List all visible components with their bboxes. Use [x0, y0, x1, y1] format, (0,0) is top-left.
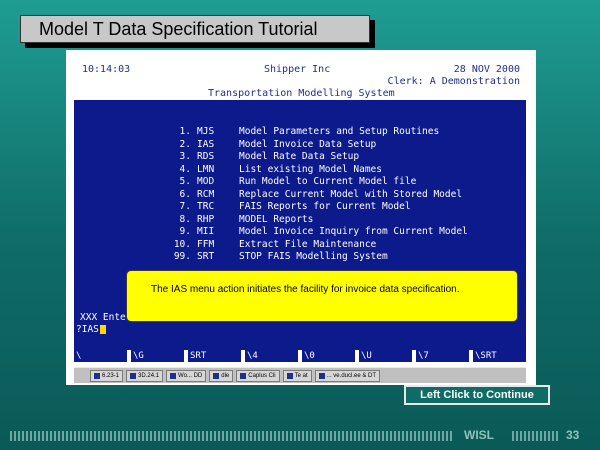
menu-item-mjs[interactable]: 1. MJS Model Parameters and Setup Routines — [169, 126, 468, 139]
menu-item-trc[interactable]: 7. TRC FAIS Reports for Current Model — [169, 201, 468, 214]
main-menu: 1. MJS Model Parameters and Setup Routines… — [169, 126, 468, 264]
fkey-4[interactable]: \4 — [245, 350, 298, 362]
command-prompt: XXX Enter — [80, 312, 132, 323]
menu-item-mii[interactable]: 9. MII Model Invoice Inquiry from Current … — [169, 226, 468, 239]
app-icon — [286, 372, 293, 379]
menu-item-lmn[interactable]: 4. LMN List existing Model Names — [169, 164, 468, 177]
callout-text: The IAS menu action initiates the facili… — [151, 284, 460, 295]
menu-item-ffm[interactable]: 10. FFM Extract File Maintenance — [169, 239, 468, 252]
command-input[interactable]: ?IAS — [76, 324, 106, 335]
clerk-name: Clerk: A Demonstration — [387, 76, 520, 87]
tutorial-callout: The IAS menu action initiates the facili… — [126, 270, 518, 322]
company-name: Shipper Inc — [264, 64, 331, 75]
slide-footer: WISL 33 — [10, 428, 590, 444]
slide-title-box: Model T Data Specification Tutorial — [20, 15, 370, 43]
footer-label: WISL — [464, 428, 494, 442]
taskbar-item[interactable]: Wo... DD — [166, 369, 207, 382]
app-icon — [94, 372, 100, 379]
menu-item-rds[interactable]: 3. RDS Model Rate Data Setup — [169, 151, 468, 164]
slide-title: Model T Data Specification Tutorial — [39, 18, 318, 39]
menu-item-rcm[interactable]: 6. RCM Replace Current Model with Stored M… — [169, 189, 468, 202]
app-icon — [130, 372, 137, 379]
text-cursor — [99, 325, 106, 334]
menu-item-mod[interactable]: 5. MOD Run Model to Current Model file — [169, 176, 468, 189]
windows-taskbar: 6.23-1 3D.24.1 Wo... DD dle Caplus Cli T… — [74, 367, 526, 383]
menu-item-rhp[interactable]: 8. RHP MODEL Reports — [169, 214, 468, 227]
continue-button[interactable]: Left Click to Continue — [404, 385, 550, 405]
footer-decoration — [10, 431, 452, 441]
taskbar-item[interactable]: 3D.24.1 — [126, 369, 164, 382]
app-icon — [170, 372, 177, 379]
fkey-2[interactable]: \G — [131, 350, 184, 362]
menu-item-srt[interactable]: 99. SRT STOP FAIS Modelling System — [169, 251, 468, 264]
app-icon — [240, 372, 247, 379]
fkey-6[interactable]: \U — [359, 350, 412, 362]
fkey-7[interactable]: \7 — [416, 350, 469, 362]
page-number: 33 — [566, 428, 580, 442]
taskbar-item[interactable]: Caplus Cli — [236, 369, 280, 382]
app-icon — [213, 372, 220, 379]
app-icon — [318, 372, 325, 379]
taskbar-item[interactable]: ... ve.ducl.ee & DT — [314, 369, 380, 382]
fkey-5[interactable]: \0 — [302, 350, 355, 362]
clock-time: 10:14:03 — [82, 64, 131, 75]
menu-item-ias[interactable]: 2. IAS Model Invoice Data Setup — [169, 139, 468, 152]
system-name: Transportation Modelling System — [208, 88, 395, 99]
taskbar-item[interactable]: Te at — [282, 369, 312, 382]
fkey-1[interactable]: \ — [74, 350, 127, 362]
terminal-header: 10:14:03 Shipper Inc 28 NOV 2000 Clerk: … — [74, 58, 526, 100]
fkey-3[interactable]: SRT — [188, 350, 241, 362]
taskbar-item[interactable]: dle — [209, 369, 234, 382]
fkey-8[interactable]: \SRT — [473, 350, 526, 362]
function-key-bar: \ \G SRT \4 \0 \U \7 \SRT — [74, 350, 526, 363]
footer-decoration — [512, 431, 560, 441]
current-date: 28 NOV 2000 — [453, 64, 520, 75]
taskbar-item[interactable]: 6.23-1 — [90, 369, 124, 382]
